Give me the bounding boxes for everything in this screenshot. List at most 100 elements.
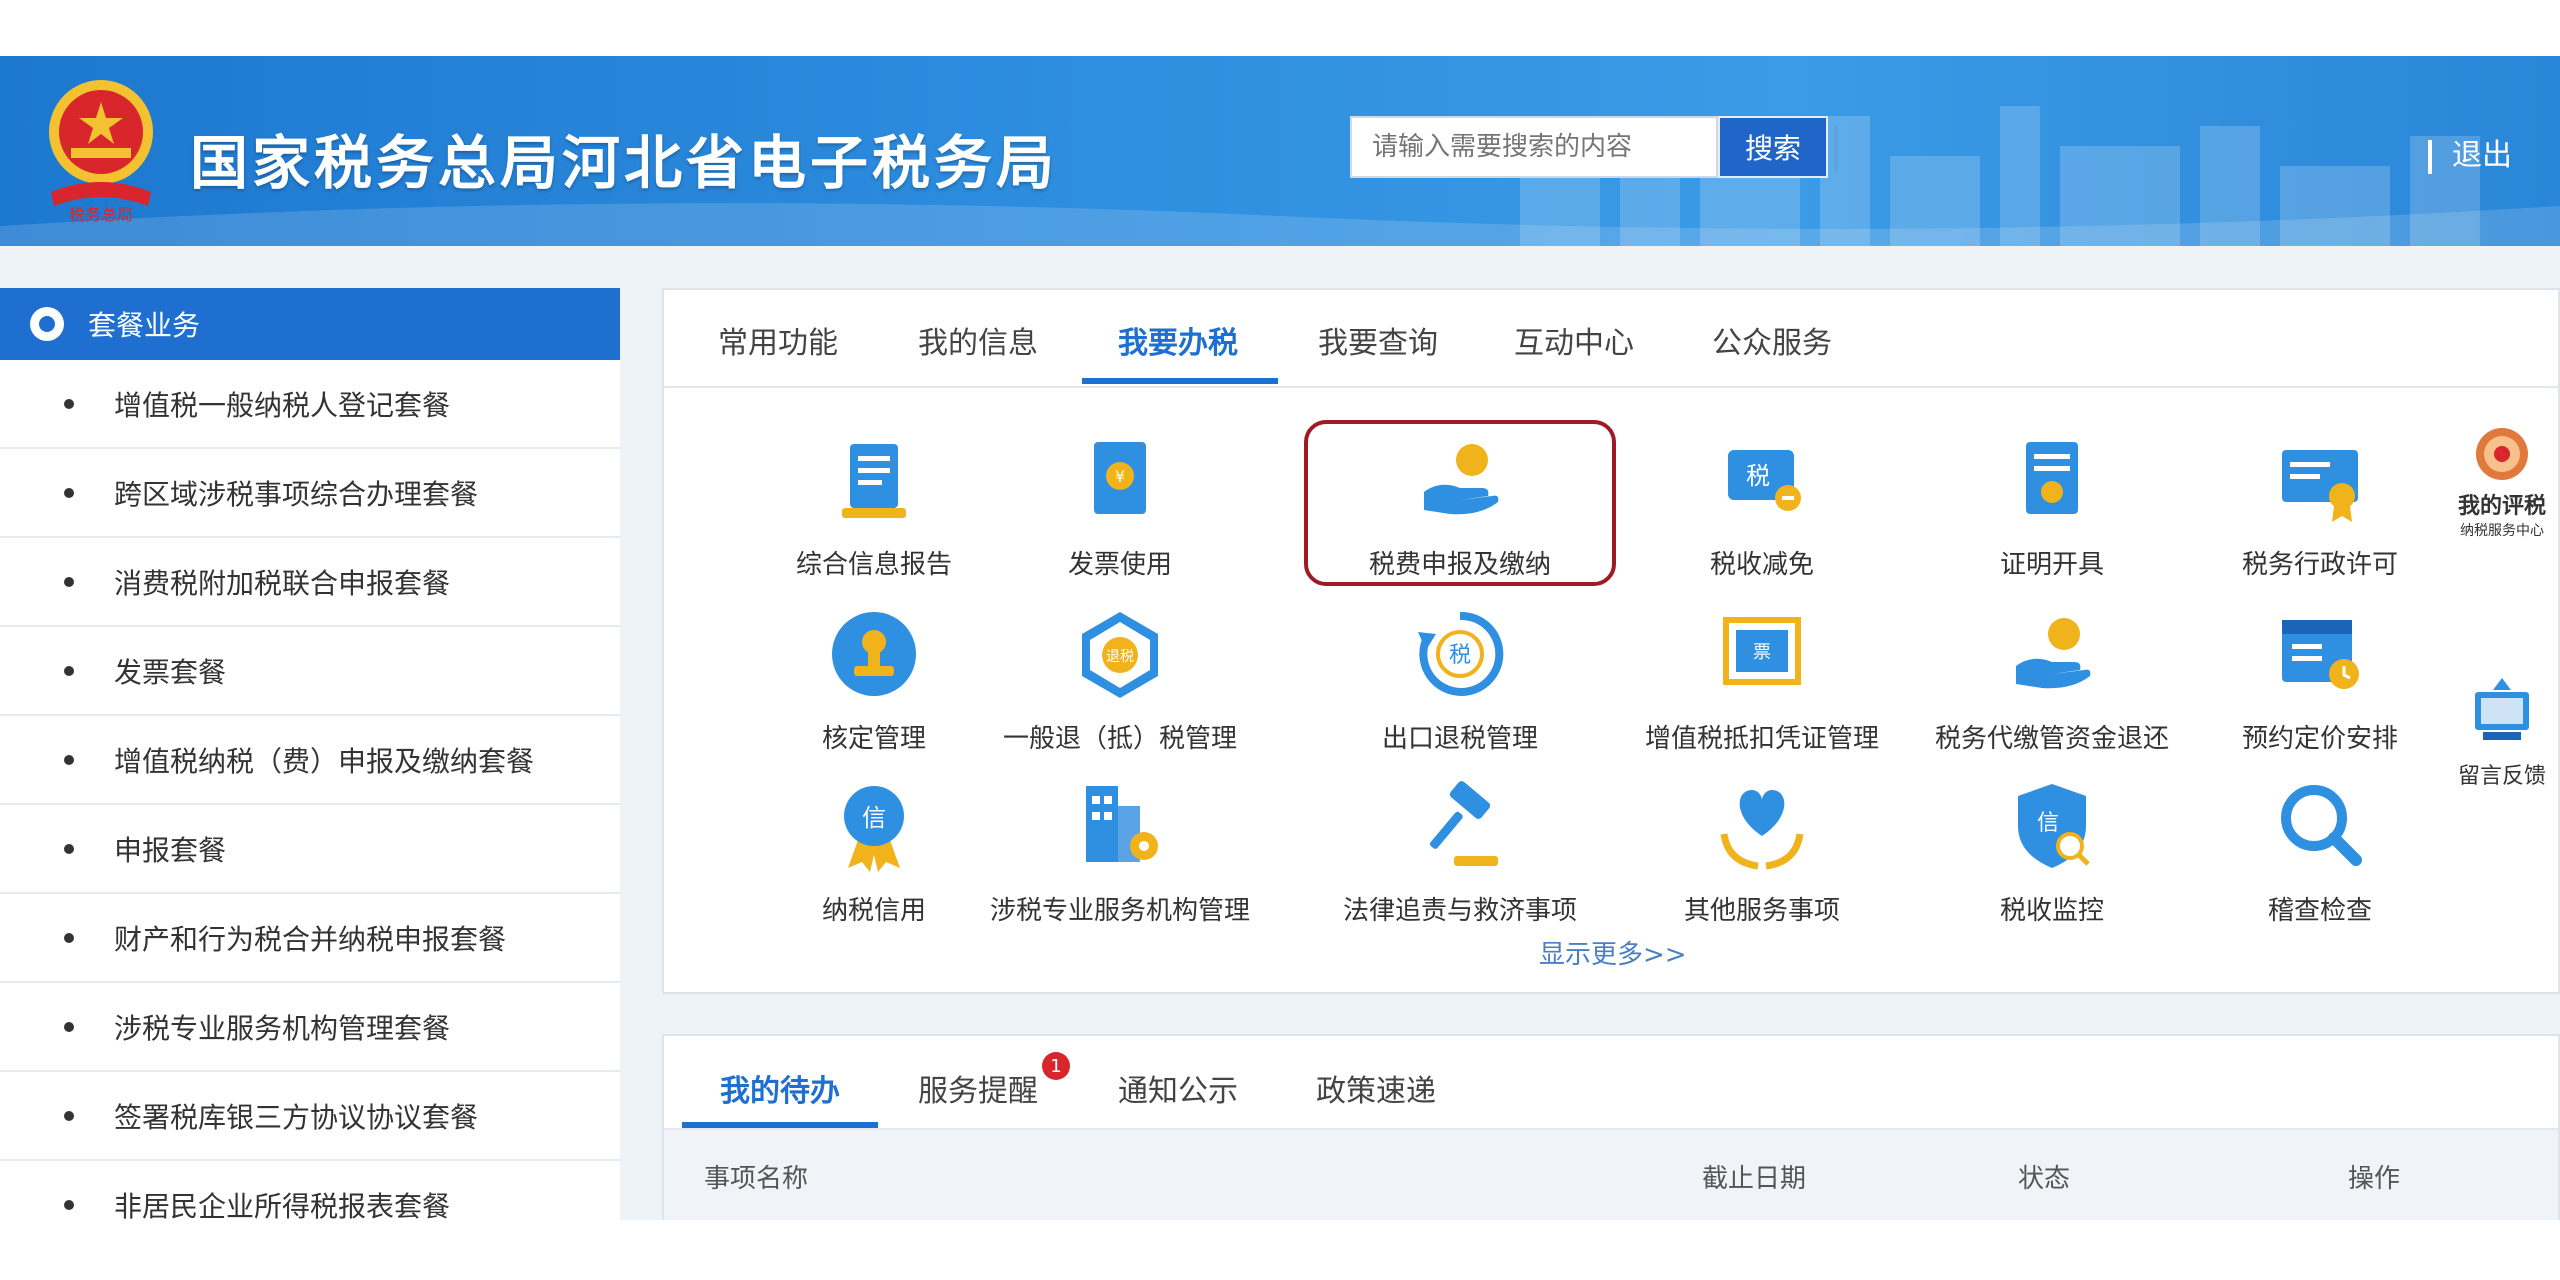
service-other[interactable]: 其他服务事项 <box>1632 776 1892 927</box>
tab-query[interactable]: 我要查询 <box>1318 318 1438 362</box>
active-tab-indicator <box>682 1122 878 1128</box>
bullet-icon <box>64 576 74 587</box>
svg-text:税: 税 <box>1746 462 1770 490</box>
bullet-icon <box>64 932 74 943</box>
service-report[interactable]: 综合信息报告 <box>744 430 1004 581</box>
service-label: 出口退税管理 <box>1381 724 1538 754</box>
sidebar-title: 套餐业务 <box>88 309 201 342</box>
voucher-icon: 票 <box>1723 617 1801 685</box>
service-certificate[interactable]: 证明开具 <box>1922 430 2182 581</box>
svg-text:¥: ¥ <box>1115 467 1125 486</box>
invoice-icon: ¥ <box>1094 442 1146 514</box>
export-refund-icon: 税 <box>1418 611 1504 696</box>
service-label: 稽查检查 <box>2267 896 2372 926</box>
service-permit[interactable]: 税务行政许可 <box>2190 430 2450 581</box>
bullet-icon <box>64 754 74 765</box>
search-input[interactable] <box>1352 118 1716 176</box>
service-label: 税务行政许可 <box>2241 550 2398 580</box>
tab-policy[interactable]: 政策速递 <box>1316 1066 1436 1110</box>
service-agency[interactable]: 涉税专业服务机构管理 <box>990 776 1250 927</box>
sidebar-header[interactable]: 套餐业务 <box>0 288 620 360</box>
service-tax-reduction[interactable]: 税 税收减免 <box>1632 430 1892 581</box>
service-label: 发票使用 <box>1067 550 1172 580</box>
column-header-status: 状态 <box>2018 1164 2071 1194</box>
service-voucher[interactable]: 票 增值税抵扣凭证管理 <box>1632 604 1892 755</box>
sidebar-item-label: 消费税附加税联合申报套餐 <box>114 566 451 600</box>
svg-text:票: 票 <box>1753 642 1771 663</box>
highlight-frame <box>1304 420 1616 586</box>
sidebar-item-label: 涉税专业服务机构管理套餐 <box>114 1011 451 1045</box>
sidebar-item[interactable]: 非居民企业所得税报表套餐 <box>0 1161 620 1220</box>
sidebar-item[interactable]: 发票套餐 <box>0 627 620 716</box>
bullet-icon <box>64 1110 74 1121</box>
tab-common[interactable]: 常用功能 <box>718 318 838 362</box>
svg-text:税: 税 <box>1449 643 1471 668</box>
fund-refund-icon <box>2016 618 2091 689</box>
header-divider <box>2428 140 2432 174</box>
service-label: 纳税信用 <box>821 896 926 926</box>
tab-notices[interactable]: 通知公示 <box>1118 1066 1238 1110</box>
service-label: 核定管理 <box>821 724 926 754</box>
sidebar-item[interactable]: 跨区域涉税事项综合办理套餐 <box>0 449 620 538</box>
reminder-count-badge: 1 <box>1042 1052 1070 1080</box>
bullet-icon <box>64 843 74 854</box>
logout-link[interactable]: 退出 <box>2452 130 2512 174</box>
show-more-link[interactable]: 显示更多>> <box>1539 934 1687 971</box>
sidebar-item[interactable]: 签署税库银三方协议协议套餐 <box>0 1072 620 1161</box>
service-credit[interactable]: 信 纳税信用 <box>744 776 1004 927</box>
bullet-icon <box>64 665 74 676</box>
service-label: 税收监控 <box>1999 896 2104 926</box>
shield-search-icon: 信 <box>2018 784 2090 868</box>
column-header-deadline: 截止日期 <box>1702 1164 1807 1194</box>
service-label: 一般退（抵）税管理 <box>1002 724 1237 754</box>
bullet-icon <box>64 1199 74 1210</box>
sidebar-item[interactable]: 增值税一般纳税人登记套餐 <box>0 360 620 449</box>
tab-tax-handling[interactable]: 我要办税 <box>1118 318 1238 362</box>
service-monitoring[interactable]: 信 税收监控 <box>1922 776 2182 927</box>
service-legal[interactable]: 法律追责与救济事项 <box>1330 776 1590 927</box>
evaluate-sub: 纳税服务中心 <box>2460 523 2544 539</box>
service-invoice[interactable]: ¥ 发票使用 <box>990 430 1250 581</box>
tab-service-reminder[interactable]: 服务提醒 <box>918 1066 1038 1110</box>
todo-table-header: 事项名称 截止日期 状态 操作 <box>664 1130 2558 1220</box>
site-title: 国家税务总局河北省电子税务局 <box>190 129 1059 197</box>
tab-my-info[interactable]: 我的信息 <box>918 318 1038 362</box>
sidebar-item[interactable]: 财产和行为税合并纳税申报套餐 <box>0 894 620 983</box>
service-fund-refund[interactable]: 税务代缴管资金退还 <box>1922 604 2182 755</box>
permit-icon <box>2282 450 2358 522</box>
search-button[interactable]: 搜索 <box>1718 116 1828 178</box>
evaluate-label: 我的评税 <box>2457 494 2546 519</box>
sidebar-item[interactable]: 涉税专业服务机构管理套餐 <box>0 983 620 1072</box>
sidebar-item[interactable]: 增值税纳税（费）申报及缴纳套餐 <box>0 716 620 805</box>
sidebar-item-label: 发票套餐 <box>114 655 227 689</box>
service-approval[interactable]: 核定管理 <box>744 604 1004 755</box>
tab-interaction[interactable]: 互动中心 <box>1514 318 1634 362</box>
service-export-refund[interactable]: 税 出口退税管理 <box>1330 604 1590 755</box>
service-pricing[interactable]: 预约定价安排 <box>2190 604 2450 755</box>
package-icon <box>30 307 64 341</box>
sidebar-item[interactable]: 申报套餐 <box>0 805 620 894</box>
evaluate-badge[interactable]: 我的评税 纳税服务中心 <box>2446 424 2558 540</box>
tab-public-service[interactable]: 公众服务 <box>1712 318 1832 362</box>
feedback-label: 留言反馈 <box>2457 764 2546 789</box>
calendar-icon <box>2282 620 2359 689</box>
feedback-badge[interactable]: 留言反馈 <box>2446 674 2558 790</box>
refund-icon: 退税 <box>1082 612 1158 698</box>
search-box <box>1350 116 1718 178</box>
service-inspection[interactable]: 稽查检查 <box>2190 776 2450 927</box>
service-label: 其他服务事项 <box>1683 896 1840 926</box>
service-label: 增值税抵扣凭证管理 <box>1644 724 1879 754</box>
sidebar-item-label: 申报套餐 <box>114 833 227 867</box>
sidebar-item-label: 跨区域涉税事项综合办理套餐 <box>114 477 479 511</box>
sidebar-item[interactable]: 消费税附加税联合申报套餐 <box>0 538 620 627</box>
bottom-tabs: 我的待办 服务提醒 1 通知公示 政策速递 <box>664 1036 2558 1130</box>
service-refund[interactable]: 退税 一般退（抵）税管理 <box>990 604 1250 755</box>
app-shell: 税务总局 国家税务总局河北省电子税务局 搜索 退出 套餐业务 增值税一般纳税人登… <box>0 56 2560 1220</box>
services-panel: 常用功能 我的信息 我要办税 我要查询 互动中心 公众服务 综合信息报告 ¥ 发… <box>662 288 2560 994</box>
certificate-icon <box>2026 442 2078 514</box>
column-header-action: 操作 <box>2348 1164 2401 1194</box>
credit-icon: 信 <box>844 786 904 872</box>
tab-my-todo[interactable]: 我的待办 <box>720 1066 840 1110</box>
service-label: 综合信息报告 <box>795 550 952 580</box>
site-header: 税务总局 国家税务总局河北省电子税务局 搜索 退出 <box>0 56 2560 246</box>
